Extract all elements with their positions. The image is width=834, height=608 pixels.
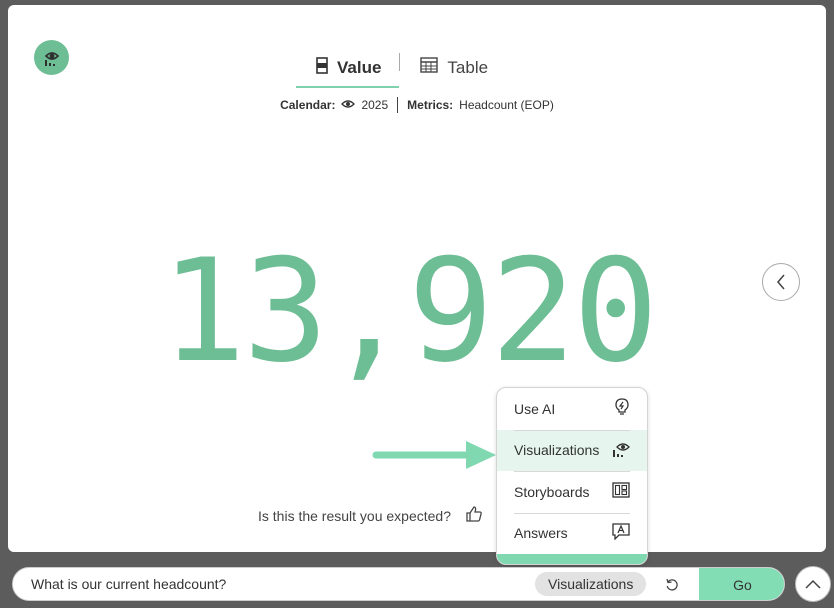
menu-item-label: Use AI xyxy=(514,400,556,417)
calendar-value: 2025 xyxy=(361,98,389,112)
go-button[interactable]: Go xyxy=(699,568,784,600)
expand-button[interactable] xyxy=(795,566,831,602)
answers-icon xyxy=(612,523,630,543)
lightbulb-icon xyxy=(614,398,630,419)
filter-divider xyxy=(397,97,399,113)
menu-item-label: Storyboards xyxy=(514,483,590,500)
table-icon xyxy=(420,57,439,78)
pointer-arrow-icon xyxy=(370,437,498,478)
value-icon xyxy=(316,56,328,79)
chevron-up-icon xyxy=(805,579,821,589)
tab-value-label: Value xyxy=(337,57,382,77)
tab-table-label: Table xyxy=(447,57,489,77)
feedback-row: Is this the result you expected? xyxy=(258,505,483,526)
metrics-key: Metrics: xyxy=(407,98,454,112)
calendar-key: Calendar: xyxy=(280,98,336,112)
menu-footer xyxy=(497,554,647,564)
reset-button[interactable] xyxy=(661,574,683,596)
visualization-icon xyxy=(612,440,630,461)
menu-item-label: Answers xyxy=(514,525,568,542)
result-card: Value Table Calendar: 2025 Metrics: Head… xyxy=(8,5,826,552)
menu-item-use-ai[interactable]: Use AI xyxy=(497,388,647,430)
metrics-value: Headcount (EOP) xyxy=(459,98,554,112)
eye-icon xyxy=(341,98,356,112)
chevron-left-icon xyxy=(777,274,785,290)
menu-item-answers[interactable]: Answers xyxy=(497,512,647,555)
chevron-left-button[interactable] xyxy=(762,263,800,301)
reset-icon xyxy=(666,578,678,591)
thumbs-up-icon[interactable] xyxy=(465,505,483,526)
menu-item-storyboards[interactable]: Storyboards xyxy=(497,471,647,513)
mode-chip[interactable]: Visualizations xyxy=(535,572,647,596)
view-tabs: Value Table xyxy=(296,43,506,88)
mode-menu: Use AI Visualizations Storyboards Answer… xyxy=(496,387,648,565)
menu-item-label: Visualizations xyxy=(514,442,600,459)
query-bar: Visualizations Go xyxy=(12,567,785,601)
visualization-logo-icon xyxy=(34,40,69,75)
storyboard-icon xyxy=(612,482,630,501)
headcount-value: 13,920 xyxy=(160,229,659,394)
tab-value[interactable]: Value xyxy=(296,43,400,88)
filter-summary: Calendar: 2025 Metrics: Headcount (EOP) xyxy=(8,97,826,113)
tab-table[interactable]: Table xyxy=(400,43,506,88)
menu-item-visualizations[interactable]: Visualizations xyxy=(497,429,647,471)
query-input[interactable] xyxy=(31,568,511,600)
feedback-question: Is this the result you expected? xyxy=(258,507,451,524)
